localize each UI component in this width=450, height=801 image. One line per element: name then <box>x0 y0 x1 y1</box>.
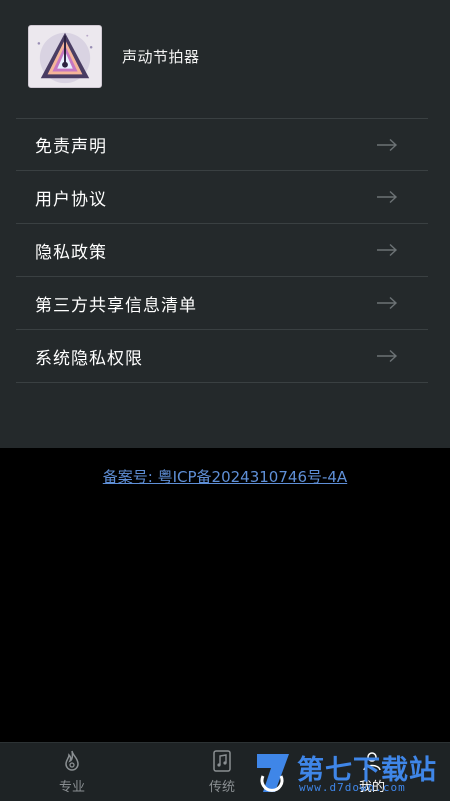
menu-item-label: 第三方共享信息清单 <box>35 295 197 316</box>
menu-item-label: 系统隐私权限 <box>35 348 143 369</box>
watermark-logo-icon <box>255 750 293 800</box>
menu-item-label: 隐私政策 <box>35 242 107 263</box>
menu-item-label: 免责声明 <box>35 137 107 157</box>
tab-label: 专业 <box>58 780 85 795</box>
app-logo-icon <box>28 25 102 88</box>
watermark: 第七下载站 www.d7down.com <box>255 746 450 800</box>
arrow-right-icon <box>376 190 398 204</box>
arrow-right-icon <box>376 243 398 257</box>
tab-professional[interactable]: 专业 <box>37 743 107 801</box>
menu-item-third-party-list[interactable]: 第三方共享信息清单 <box>16 277 428 330</box>
menu-item-privacy-policy[interactable]: 隐私政策 <box>16 224 428 277</box>
settings-menu: 免责声明 用户协议 隐私政策 第三方共享信息清单 系统隐私权限 <box>16 118 428 383</box>
menu-item-disclaimer[interactable]: 免责声明 <box>16 118 428 171</box>
flame-icon <box>60 749 84 773</box>
menu-item-user-agreement[interactable]: 用户协议 <box>16 171 428 224</box>
menu-item-system-permissions[interactable]: 系统隐私权限 <box>16 330 428 383</box>
menu-item-label: 用户协议 <box>35 189 107 210</box>
tab-traditional[interactable]: 传统 <box>187 743 257 801</box>
icp-record-link[interactable]: 备案号: 粤ICP备2024310746号-4A <box>0 466 450 487</box>
arrow-right-icon <box>376 138 398 152</box>
arrow-right-icon <box>376 349 398 363</box>
settings-panel: 声动节拍器 免责声明 用户协议 隐私政策 第三方共享信息清单 系统隐私权限 <box>0 0 450 448</box>
app-header: 声动节拍器 <box>28 25 200 88</box>
arrow-right-icon <box>376 296 398 310</box>
tab-label: 传统 <box>208 780 235 795</box>
watermark-url: www.d7down.com <box>299 781 406 794</box>
music-book-icon <box>210 749 234 773</box>
app-name: 声动节拍器 <box>122 48 200 66</box>
